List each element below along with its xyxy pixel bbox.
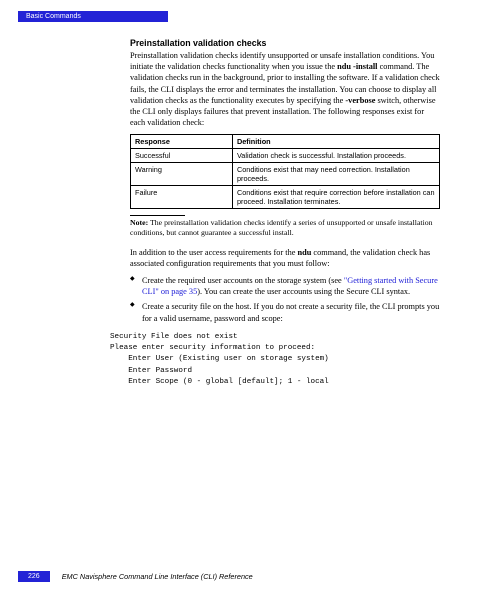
- requirements-list: Create the required user accounts on the…: [130, 275, 440, 324]
- note-block: Note: The preinstallation validation che…: [130, 218, 440, 238]
- header-tab: Basic Commands: [18, 11, 168, 22]
- cell-definition: Conditions exist that may need correctio…: [232, 163, 439, 186]
- cmd-verbose: -verbose: [345, 96, 375, 105]
- page-footer: 226 EMC Navisphere Command Line Interfac…: [18, 571, 253, 582]
- cell-response: Warning: [131, 163, 233, 186]
- main-content: Preinstallation validation checks Preins…: [130, 38, 440, 389]
- terminal-output: Security File does not exist Please ente…: [110, 332, 440, 389]
- cell-response: Failure: [131, 186, 233, 209]
- col-header-definition: Definition: [232, 135, 439, 149]
- list-item: Create the required user accounts on the…: [130, 275, 440, 297]
- table-row: Successful Validation check is successfu…: [131, 149, 440, 163]
- footer-title: EMC Navisphere Command Line Interface (C…: [62, 572, 253, 581]
- col-header-response: Response: [131, 135, 233, 149]
- note-text: The preinstallation validation checks id…: [130, 218, 433, 237]
- table-row: Failure Conditions exist that require co…: [131, 186, 440, 209]
- cell-definition: Conditions exist that require correction…: [232, 186, 439, 209]
- cell-response: Successful: [131, 149, 233, 163]
- cmd-ndu: ndu: [298, 248, 312, 257]
- page-number: 226: [18, 571, 50, 582]
- item-text: Create the required user accounts on the…: [142, 276, 344, 285]
- table-header-row: Response Definition: [131, 135, 440, 149]
- para-text: In addition to the user access requireme…: [130, 248, 298, 257]
- note-rule: [130, 215, 185, 216]
- item-text: Create a security file on the host. If y…: [142, 302, 439, 322]
- list-item: Create a security file on the host. If y…: [130, 301, 440, 323]
- table-row: Warning Conditions exist that may need c…: [131, 163, 440, 186]
- validation-response-table: Response Definition Successful Validatio…: [130, 134, 440, 209]
- cell-definition: Validation check is successful. Installa…: [232, 149, 439, 163]
- intro-paragraph: Preinstallation validation checks identi…: [130, 50, 440, 128]
- item-text: ). You can create the user accounts usin…: [197, 287, 410, 296]
- cmd-ndu-install: ndu -install: [337, 62, 377, 71]
- section-heading: Preinstallation validation checks: [130, 38, 440, 48]
- note-label: Note:: [130, 218, 148, 227]
- followup-paragraph: In addition to the user access requireme…: [130, 247, 440, 269]
